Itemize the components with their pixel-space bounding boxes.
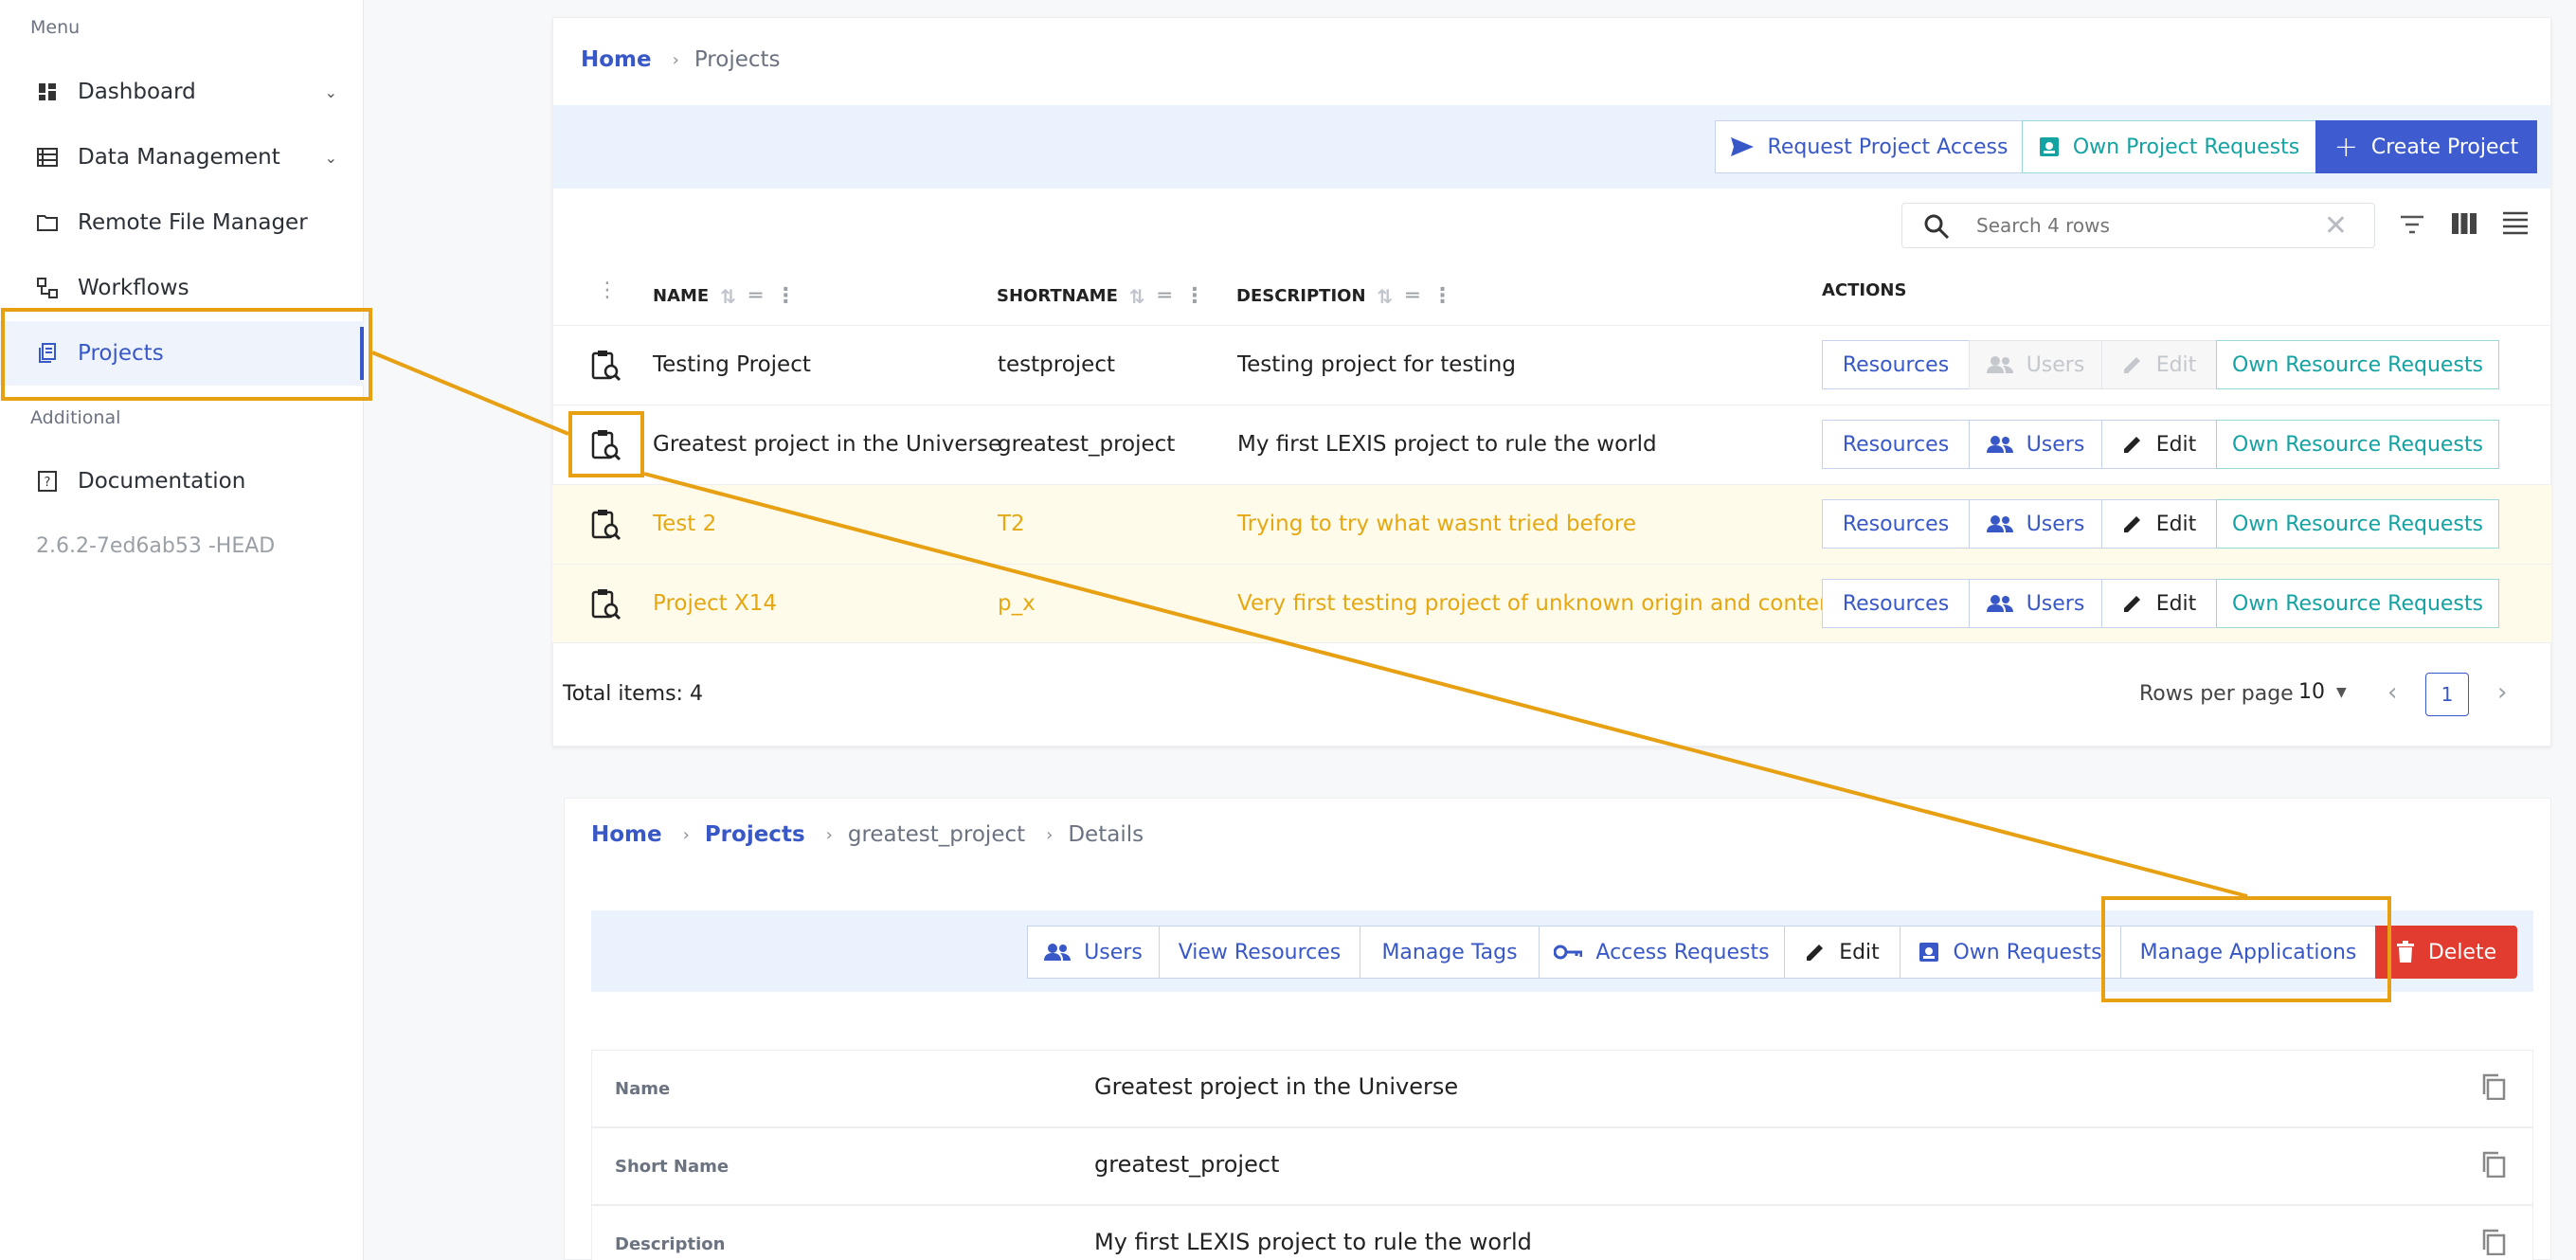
annotation-arrows [371,351,2248,898]
annotation-line [643,472,2248,898]
annotation-line [371,351,569,436]
